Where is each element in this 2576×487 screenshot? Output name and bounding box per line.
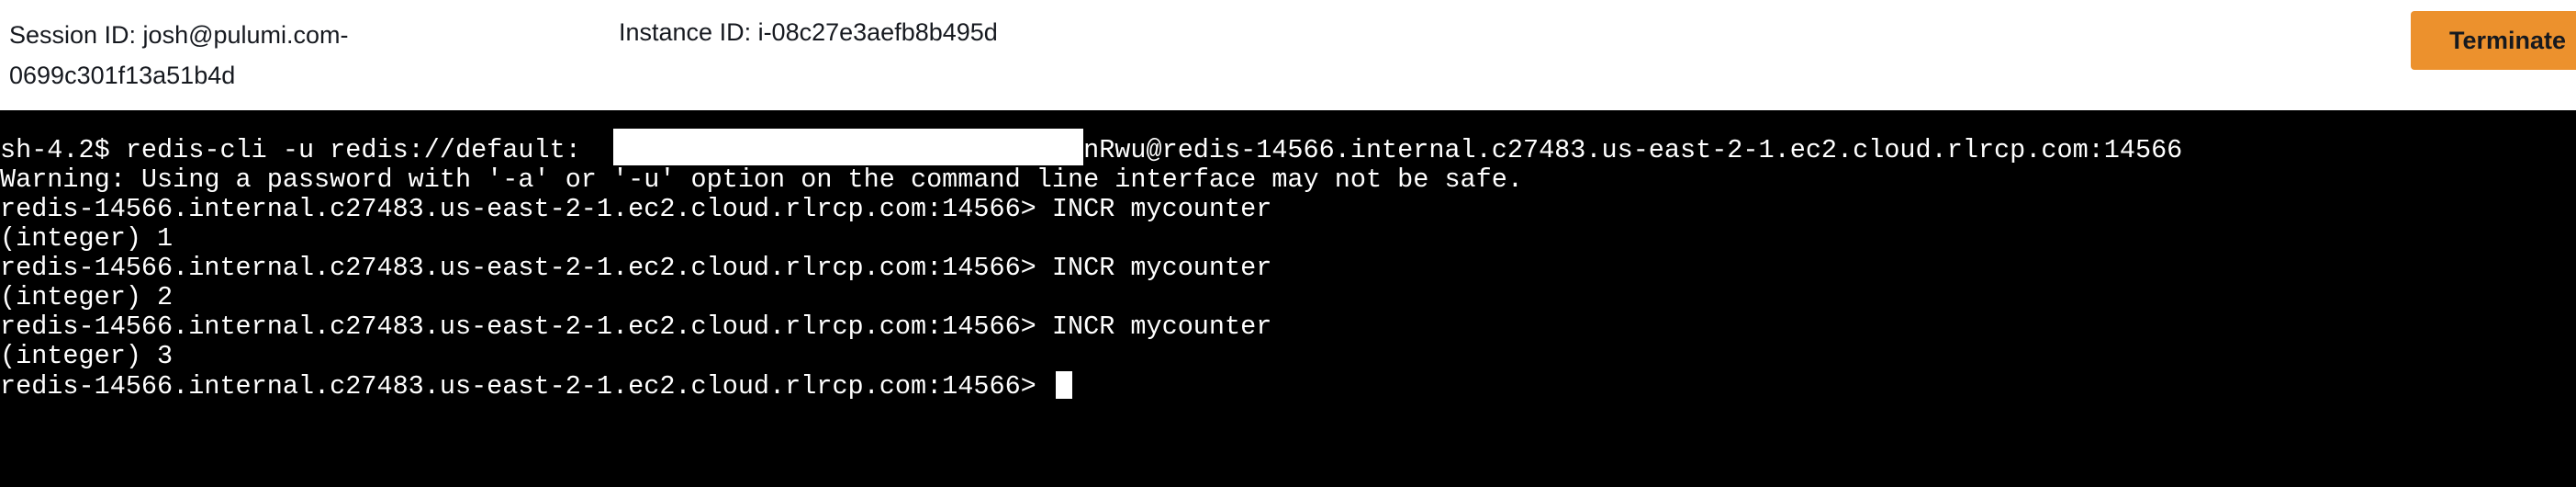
session-manager-page: Session ID: josh@pulumi.com-0699c301f13a… [0, 0, 2576, 487]
terminal-prompt-line[interactable]: redis-14566.internal.c27483.us-east-2-1.… [0, 371, 2182, 402]
terminal-line: Warning: Using a password with '-a' or '… [0, 164, 1523, 195]
terminal-prompt: redis-14566.internal.c27483.us-east-2-1.… [0, 371, 1052, 402]
terminal-line: (integer) 1 [0, 223, 174, 254]
terminal-cursor [1055, 371, 1072, 399]
terminal-line: sh-4.2$ redis-cli -u redis://default: nR… [0, 135, 2183, 165]
terminal-line: (integer) 2 [0, 282, 174, 312]
session-header: Session ID: josh@pulumi.com-0699c301f13a… [0, 0, 2576, 108]
terminal-line: redis-14566.internal.c27483.us-east-2-1.… [0, 253, 1272, 283]
terminal-line: redis-14566.internal.c27483.us-east-2-1.… [0, 194, 1272, 224]
terminal-line: (integer) 3 [0, 341, 174, 371]
terminal-window[interactable]: sh-4.2$ redis-cli -u redis://default: nR… [0, 110, 2576, 487]
terminal-line: redis-14566.internal.c27483.us-east-2-1.… [0, 311, 1272, 342]
redacted-password-box [613, 129, 1083, 165]
terminal-output: sh-4.2$ redis-cli -u redis://default: nR… [0, 135, 2183, 402]
terminate-button[interactable]: Terminate [2411, 11, 2576, 70]
session-id-label: Session ID: josh@pulumi.com-0699c301f13a… [9, 21, 349, 89]
instance-id-label: Instance ID: i-08c27e3aefb8b495d [619, 18, 998, 46]
